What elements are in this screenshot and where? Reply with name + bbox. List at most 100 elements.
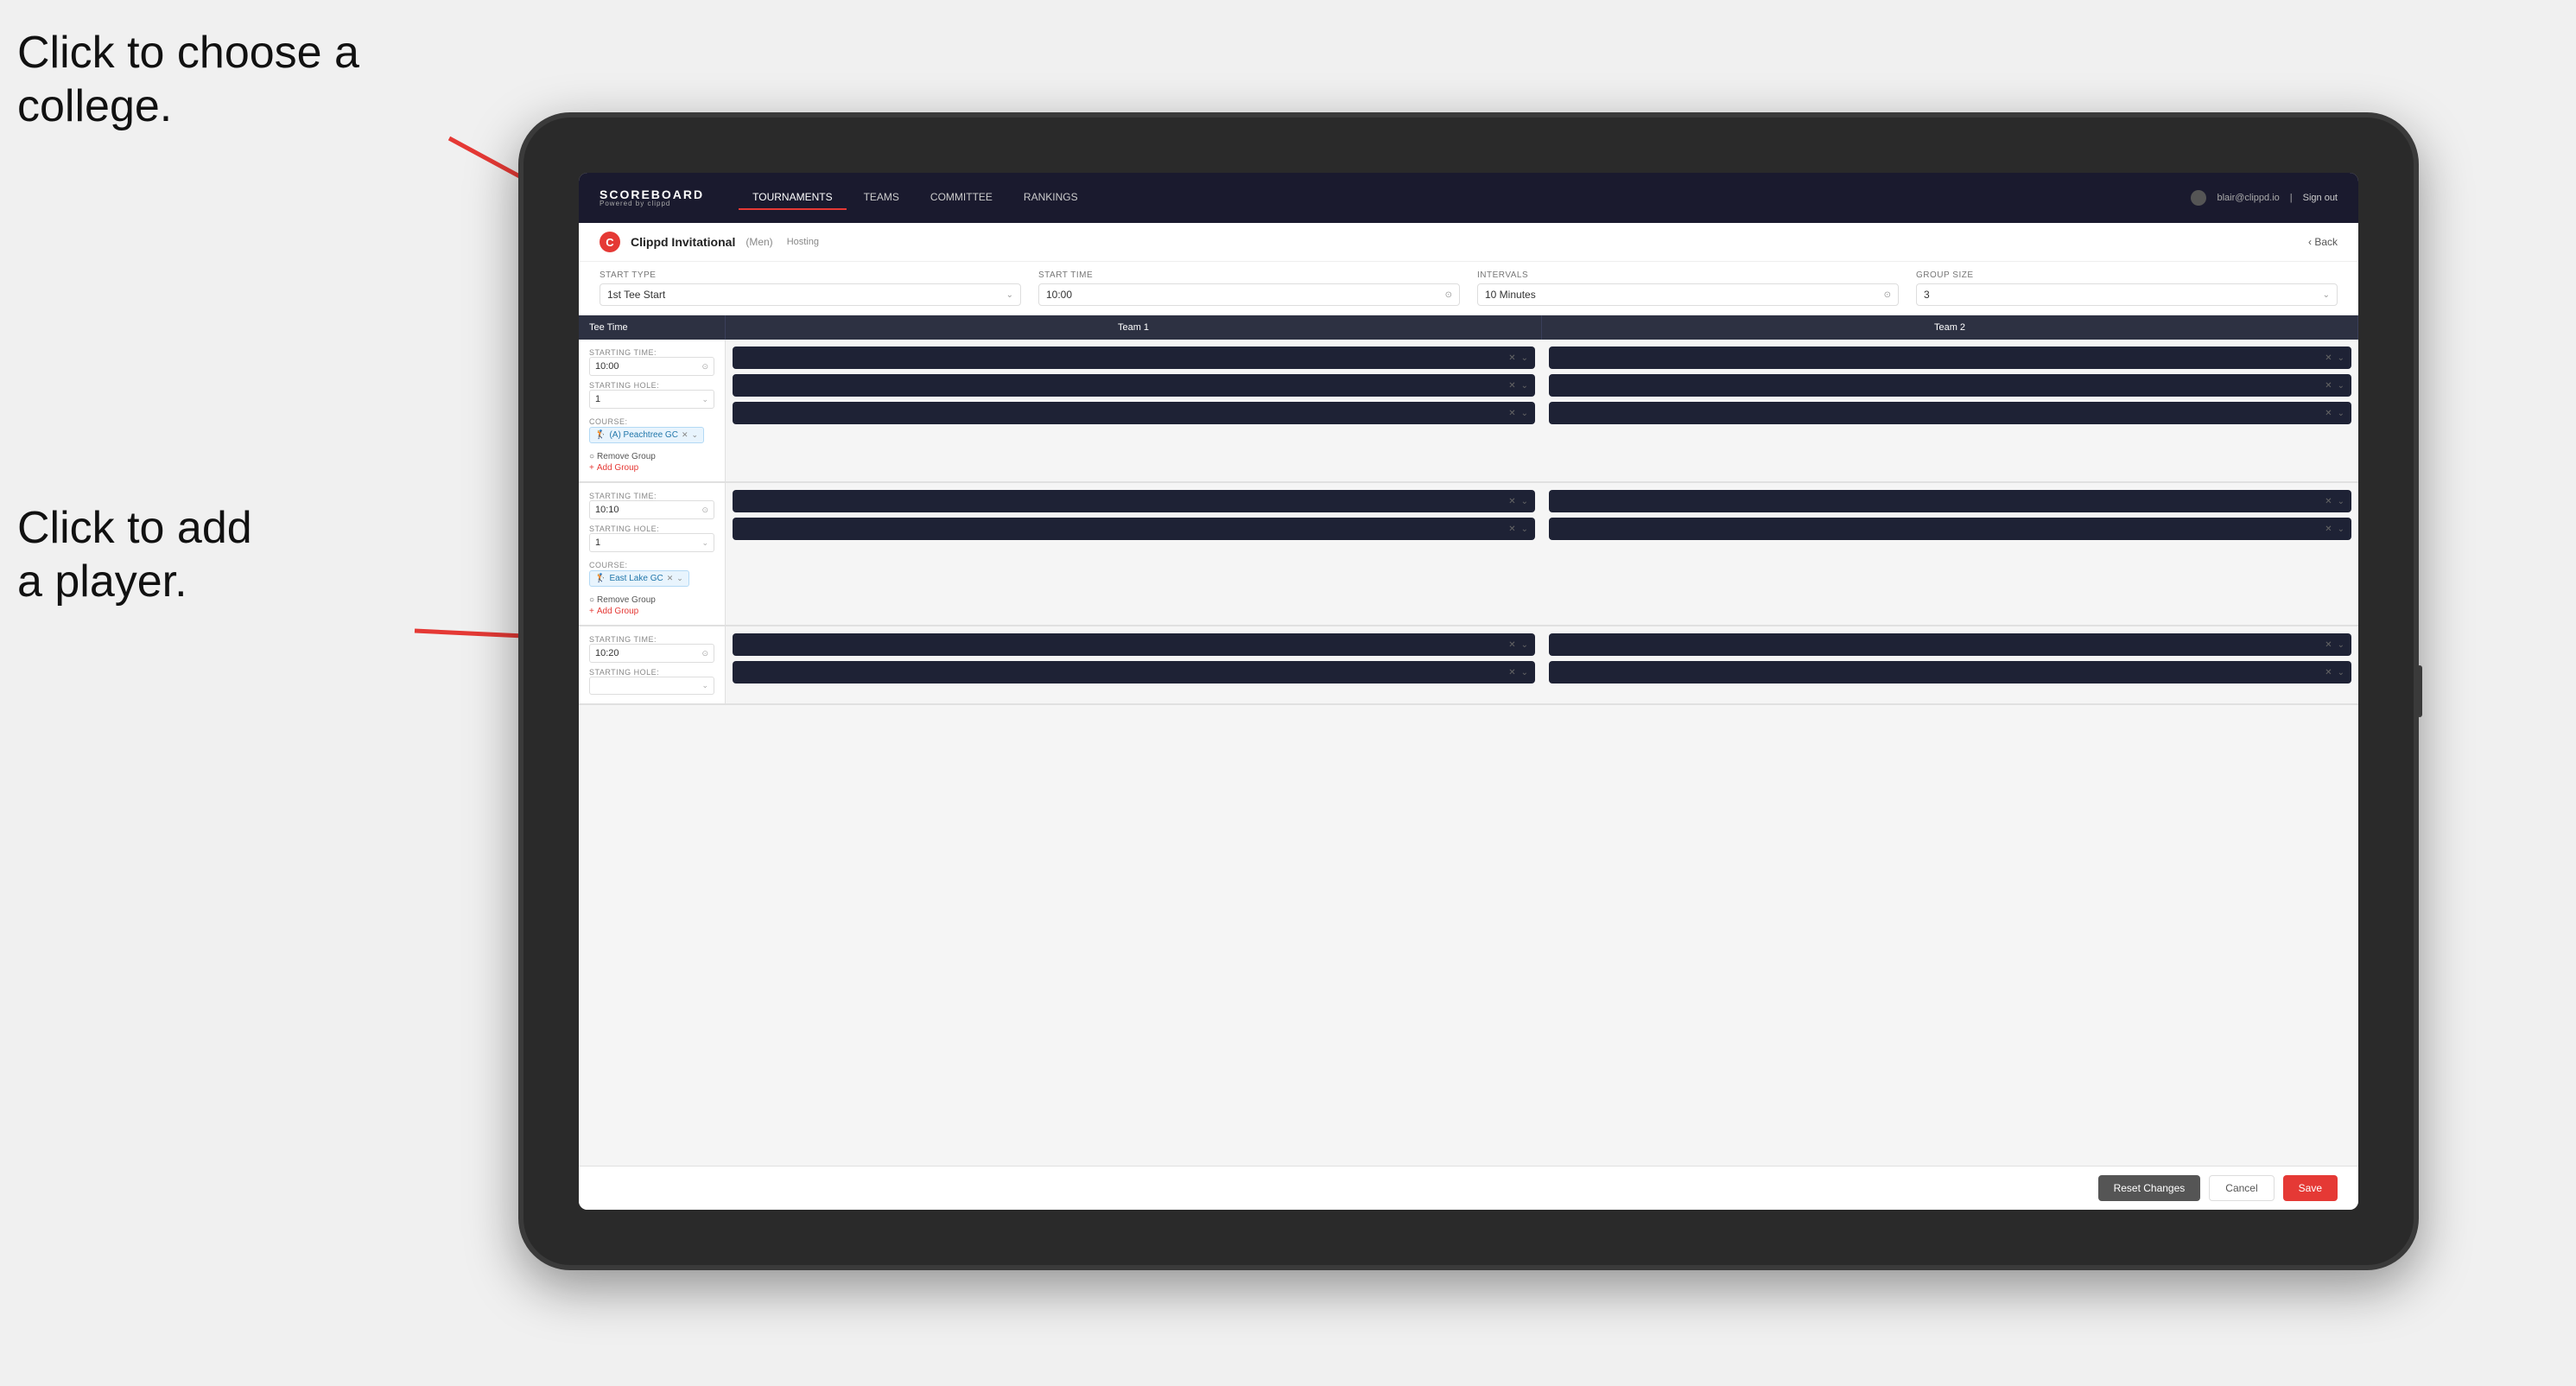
slot-arrow-icon[interactable]: ⌄ [1521,497,1528,506]
course-arrow-2[interactable]: ⌄ [676,574,683,583]
clippd-logo: C [600,232,620,252]
starting-hole-input-1[interactable]: 1 ⌄ [589,390,714,409]
main-content[interactable]: STARTING TIME: 10:00 ⊙ STARTING HOLE: 1 … [579,340,2358,1166]
save-button[interactable]: Save [2283,1175,2338,1201]
player-slot[interactable]: ✕ ⌄ [1549,633,2351,656]
slot-x-icon[interactable]: ✕ [2325,409,2332,418]
course-label-2: COURSE: [589,561,714,569]
slot-x-icon[interactable]: ✕ [2325,353,2332,363]
slot-arrow-icon[interactable]: ⌄ [2338,409,2344,418]
start-type-input[interactable]: 1st Tee Start ⌄ [600,283,1021,306]
time-icon-2: ⊙ [701,505,708,515]
slot-arrow-icon[interactable]: ⌄ [2338,497,2344,506]
slot-arrow-icon[interactable]: ⌄ [2338,525,2344,534]
intervals-group: Intervals 10 Minutes ⊙ [1477,270,1899,306]
player-slot[interactable]: ✕ ⌄ [733,346,1535,369]
add-group-btn-1[interactable]: + Add Group [589,463,714,473]
slot-x-icon[interactable]: ✕ [2325,668,2332,677]
sign-out-link[interactable]: Sign out [2303,193,2338,203]
slot-x-icon[interactable]: ✕ [1508,381,1515,391]
team2-col-3: ✕ ⌄ ✕ ⌄ [1542,626,2358,703]
starting-hole-label-3: STARTING HOLE: [589,668,714,677]
slot-x-icon[interactable]: ✕ [1508,353,1515,363]
starting-hole-label-1: STARTING HOLE: [589,381,714,390]
user-email: blair@clippd.io [2217,193,2279,203]
player-slot[interactable]: ✕ ⌄ [1549,374,2351,397]
remove-group-btn-1[interactable]: ○ Remove Group [589,452,714,461]
nav-tab-committee[interactable]: COMMITTEE [917,186,1006,210]
slot-arrow-icon[interactable]: ⌄ [2338,640,2344,650]
player-slot[interactable]: ✕ ⌄ [733,661,1535,683]
bottom-bar: Reset Changes Cancel Save [579,1166,2358,1210]
slot-arrow-icon[interactable]: ⌄ [1521,353,1528,363]
player-slot[interactable]: ✕ ⌄ [733,490,1535,512]
slot-x-icon[interactable]: ✕ [1508,497,1515,506]
annotation-add-player: Click to add a player. [17,501,252,609]
nav-logo: SCOREBOARD Powered by clippd [600,188,704,207]
remove-group-btn-2[interactable]: ○ Remove Group [589,595,714,605]
starting-hole-input-3[interactable]: ⌄ [589,677,714,695]
course-section-2: COURSE: 🏌 East Lake GC ✕ ⌄ [589,561,714,587]
cancel-button[interactable]: Cancel [2209,1175,2274,1201]
starting-hole-input-2[interactable]: 1 ⌄ [589,533,714,552]
player-slot[interactable]: ✕ ⌄ [1549,518,2351,540]
course-tag-1[interactable]: 🏌 (A) Peachtree GC ✕ ⌄ [589,427,704,443]
player-slot[interactable]: ✕ ⌄ [1549,346,2351,369]
nav-tab-tournaments[interactable]: TOURNAMENTS [739,186,846,210]
nav-bar: SCOREBOARD Powered by clippd TOURNAMENTS… [579,173,2358,223]
reset-changes-button[interactable]: Reset Changes [2098,1175,2201,1201]
tee-info-3: STARTING TIME: 10:20 ⊙ STARTING HOLE: ⌄ [579,626,726,703]
slot-arrow-icon[interactable]: ⌄ [2338,353,2344,363]
slot-arrow-icon[interactable]: ⌄ [1521,381,1528,391]
slot-x-icon[interactable]: ✕ [2325,640,2332,650]
slot-x-icon[interactable]: ✕ [1508,640,1515,650]
starting-time-label-2: STARTING TIME: [589,492,714,500]
starting-time-label-3: STARTING TIME: [589,635,714,644]
back-button[interactable]: ‹ Back [2308,236,2338,248]
intervals-clock-icon: ⊙ [1884,290,1891,300]
player-slot[interactable]: ✕ ⌄ [733,402,1535,424]
tee-row: STARTING TIME: 10:10 ⊙ STARTING HOLE: 1 … [579,483,2358,626]
group-size-input[interactable]: 3 ⌄ [1916,283,2338,306]
player-slot[interactable]: ✕ ⌄ [733,518,1535,540]
course-remove-1[interactable]: ✕ [682,430,688,440]
slot-x-icon[interactable]: ✕ [1508,525,1515,534]
course-section-1: COURSE: 🏌 (A) Peachtree GC ✕ ⌄ [589,417,714,443]
course-tag-2[interactable]: 🏌 East Lake GC ✕ ⌄ [589,570,689,587]
slot-arrow-icon[interactable]: ⌄ [2338,668,2344,677]
separator: | [2290,193,2293,203]
course-arrow-1[interactable]: ⌄ [691,430,698,440]
add-icon-1: + [589,463,594,473]
tournament-gender: (Men) [746,236,772,248]
start-type-group: Start Type 1st Tee Start ⌄ [600,270,1021,306]
tee-info-1: STARTING TIME: 10:00 ⊙ STARTING HOLE: 1 … [579,340,726,481]
add-group-btn-2[interactable]: + Add Group [589,607,714,616]
hole-arrow-1: ⌄ [701,395,708,404]
slot-arrow-icon[interactable]: ⌄ [1521,409,1528,418]
course-remove-2[interactable]: ✕ [667,574,674,583]
th-team1: Team 1 [726,315,1542,340]
slot-arrow-icon[interactable]: ⌄ [1521,640,1528,650]
slot-x-icon[interactable]: ✕ [2325,381,2332,391]
start-time-input[interactable]: 10:00 ⊙ [1038,283,1460,306]
intervals-input[interactable]: 10 Minutes ⊙ [1477,283,1899,306]
player-slot[interactable]: ✕ ⌄ [733,374,1535,397]
slot-x-icon[interactable]: ✕ [2325,497,2332,506]
nav-tab-teams[interactable]: TEAMS [850,186,913,210]
player-slot[interactable]: ✕ ⌄ [1549,661,2351,683]
slot-x-icon[interactable]: ✕ [1508,409,1515,418]
user-avatar [2191,190,2206,206]
player-slot[interactable]: ✕ ⌄ [1549,402,2351,424]
player-slot[interactable]: ✕ ⌄ [733,633,1535,656]
slot-x-icon[interactable]: ✕ [2325,525,2332,534]
nav-tab-rankings[interactable]: RANKINGS [1010,186,1092,210]
slot-arrow-icon[interactable]: ⌄ [1521,668,1528,677]
starting-time-input-2[interactable]: 10:10 ⊙ [589,500,714,519]
starting-time-input-1[interactable]: 10:00 ⊙ [589,357,714,376]
starting-time-input-3[interactable]: 10:20 ⊙ [589,644,714,663]
slot-x-icon[interactable]: ✕ [1508,668,1515,677]
slot-arrow-icon[interactable]: ⌄ [2338,381,2344,391]
team2-col-2: ✕ ⌄ ✕ ⌄ [1542,483,2358,625]
player-slot[interactable]: ✕ ⌄ [1549,490,2351,512]
slot-arrow-icon[interactable]: ⌄ [1521,525,1528,534]
